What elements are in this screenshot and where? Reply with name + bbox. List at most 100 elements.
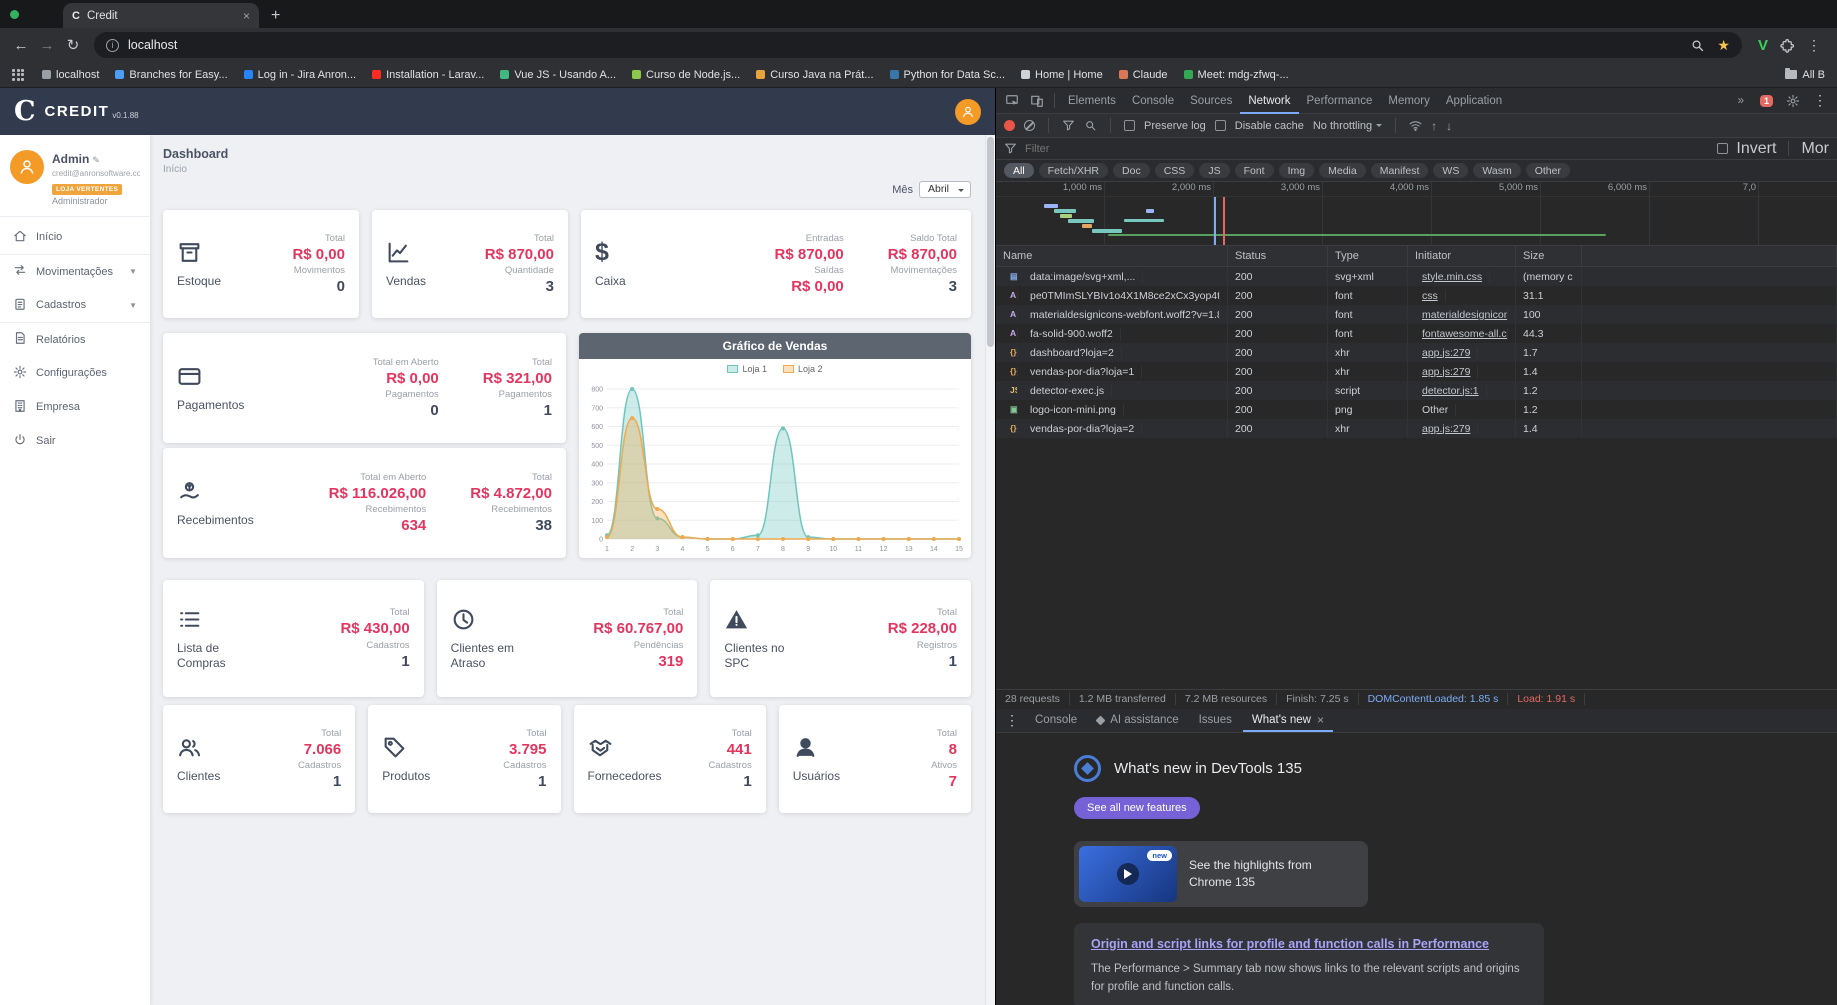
filter-chip-other[interactable]: Other (1525, 163, 1570, 178)
invert-checkbox[interactable] (1717, 143, 1729, 154)
month-select[interactable]: Abril (919, 181, 971, 198)
initiator-link[interactable]: style.min.css (1415, 270, 1491, 283)
devtools-tab-sources[interactable]: Sources (1182, 88, 1240, 114)
record-icon[interactable] (1004, 120, 1015, 131)
sidebar-item-movimentacoes[interactable]: Movimentações ▼ (0, 254, 150, 288)
col-status[interactable]: Status (1228, 246, 1328, 266)
filter-chip-img[interactable]: Img (1278, 163, 1315, 178)
filter-chip-css[interactable]: CSS (1154, 163, 1195, 178)
filter-chip-media[interactable]: Media (1319, 163, 1366, 178)
sidebar-item-relatorios[interactable]: Relatórios (0, 322, 150, 356)
import-har-icon[interactable]: ↑ (1431, 120, 1437, 132)
initiator-link[interactable]: detector.js:1 (1415, 384, 1487, 397)
highlights-card[interactable]: new See the highlights from Chrome 135 (1074, 840, 1368, 907)
drawer-tab-issues[interactable]: Issues (1190, 708, 1241, 732)
forward-icon[interactable]: → (34, 32, 60, 58)
filter-chip-fetchxhr[interactable]: Fetch/XHR (1038, 163, 1109, 178)
browser-menu-icon[interactable]: ⋮ (1807, 37, 1821, 54)
filter-chip-ws[interactable]: WS (1433, 163, 1469, 178)
see-all-features-button[interactable]: See all new features (1074, 796, 1200, 819)
devtools-tab-network[interactable]: Network (1240, 88, 1298, 114)
bookmark-item[interactable]: localhost (42, 69, 99, 81)
tab-close-icon[interactable]: × (243, 9, 250, 23)
apps-grid-icon[interactable] (12, 68, 24, 81)
bookmark-item[interactable]: Python for Data Sc... (889, 69, 1005, 81)
browser-tab[interactable]: C Credit × (63, 3, 259, 28)
clear-icon[interactable] (1024, 120, 1035, 131)
filter-chip-doc[interactable]: Doc (1113, 163, 1150, 178)
drawer-menu-icon[interactable]: ⋮ (1000, 712, 1024, 729)
device-toolbar-icon[interactable] (1025, 89, 1049, 113)
bookmark-item[interactable]: Curso de Node.js... (632, 69, 740, 81)
page-scrollbar[interactable] (985, 135, 995, 1005)
network-request-row[interactable]: {} dashboard?loja=2 200 xhr app.js:279 1.7 (996, 343, 1837, 362)
filter-input[interactable] (1025, 142, 1710, 155)
bookmark-item[interactable]: Home | Home (1021, 69, 1103, 81)
close-icon[interactable]: × (1317, 713, 1324, 727)
bookmark-item[interactable]: Log in - Jira Anron... (243, 69, 356, 81)
play-icon[interactable] (1117, 862, 1139, 885)
network-search-icon[interactable] (1084, 119, 1097, 132)
network-conditions-icon[interactable] (1409, 119, 1422, 132)
col-name[interactable]: Name (996, 246, 1228, 266)
devtools-tab-application[interactable]: Application (1438, 88, 1510, 114)
bookmark-star-icon[interactable]: ★ (1717, 37, 1730, 54)
reload-icon[interactable]: ↻ (60, 32, 86, 58)
user-avatar[interactable] (10, 150, 44, 184)
col-size[interactable]: Size (1516, 246, 1582, 266)
back-icon[interactable]: ← (8, 32, 34, 58)
network-request-row[interactable]: Afa-solid-900.woff2 200 font fontawesome-al… (996, 324, 1837, 343)
devtools-tab-performance[interactable]: Performance (1299, 88, 1381, 114)
bookmark-item[interactable]: Claude (1118, 69, 1168, 81)
network-request-row[interactable]: Ape0TMImSLYBIv1o4X1M8ce2xCx3yop4tQ... 200… (996, 286, 1837, 305)
preserve-log-checkbox[interactable] (1124, 120, 1135, 131)
bookmark-item[interactable]: Meet: mdg-zfwq-... (1183, 69, 1289, 81)
network-request-row[interactable]: {} vendas-por-dia?loja=2 200 xhr app.js:279 1… (996, 419, 1837, 438)
drawer-tab-ai-assistance[interactable]: AI assistance (1088, 708, 1187, 732)
sidebar-item-inicio[interactable]: Início (0, 220, 150, 254)
sidebar-item-empresa[interactable]: Empresa (0, 390, 150, 424)
search-icon[interactable] (1690, 38, 1705, 53)
disable-cache-checkbox[interactable] (1214, 120, 1226, 131)
network-request-row[interactable]: Amaterialdesignicons-webfont.woff2?v=1.8… (996, 305, 1837, 324)
col-initiator[interactable]: Initiator (1408, 246, 1516, 266)
initiator-link[interactable]: css (1415, 289, 1446, 302)
devtools-tab-elements[interactable]: Elements (1060, 88, 1124, 114)
initiator-link[interactable]: app.js:279 (1415, 346, 1479, 359)
sidebar-item-configuracoes[interactable]: Configurações (0, 356, 150, 390)
devtools-tab-memory[interactable]: Memory (1380, 88, 1438, 114)
filter-chip-font[interactable]: Font (1234, 163, 1274, 178)
devtools-menu-icon[interactable]: ⋮ (1813, 92, 1827, 109)
more-tabs-icon[interactable]: » (1730, 88, 1752, 114)
sidebar-item-sair[interactable]: Sair (0, 424, 150, 458)
section-title-link[interactable]: Origin and script links for profile and … (1091, 936, 1527, 953)
new-tab-button[interactable]: + (271, 8, 280, 24)
bookmark-item[interactable]: Installation - Larav... (372, 69, 484, 81)
site-info-icon[interactable]: i (106, 38, 119, 52)
col-type[interactable]: Type (1328, 246, 1408, 266)
error-count-badge[interactable]: 1 (1759, 94, 1773, 107)
devtools-settings-gear-icon[interactable] (1781, 89, 1805, 113)
filter-chip-js[interactable]: JS (1199, 163, 1230, 178)
filter-chip-wasm[interactable]: Wasm (1473, 163, 1521, 178)
network-request-row[interactable]: JS detector-exec.js 200script detector.js:1… (996, 381, 1837, 400)
initiator-link[interactable]: app.js:279 (1415, 365, 1479, 378)
initiator-link[interactable]: app.js:279 (1415, 422, 1479, 435)
filter-funnel-icon[interactable] (1062, 119, 1075, 132)
devtools-tab-console[interactable]: Console (1124, 88, 1182, 114)
more-filters-label[interactable]: Mor (1801, 140, 1829, 158)
edit-pencil-icon[interactable]: ✎ (92, 155, 100, 165)
network-overview-timeline[interactable]: 1,000 ms 2,000 ms 3,000 ms 4,000 ms 5,000 ms… (996, 182, 1837, 246)
extension-v-icon[interactable]: V (1758, 37, 1768, 54)
sidebar-item-cadastros[interactable]: Cadastros ▼ (0, 288, 150, 322)
network-request-row[interactable]: ▤ data:image/svg+xml,... 200 svg+xml style.m… (996, 267, 1837, 286)
scrollbar-thumb[interactable] (987, 137, 994, 347)
video-thumbnail[interactable]: new (1079, 845, 1177, 902)
filter-chip-manifest[interactable]: Manifest (1370, 163, 1429, 178)
bookmark-item[interactable]: Vue JS - Usando A... (500, 69, 616, 81)
bookmark-item[interactable]: Curso Java na Prát... (756, 69, 874, 81)
network-request-row[interactable]: ▣ logo-icon-mini.png 200 png Other 1.2 (996, 400, 1837, 419)
drawer-tab-whats-new[interactable]: What's new × (1243, 708, 1333, 732)
all-bookmarks-button[interactable]: All B (1785, 68, 1825, 81)
filter-chip-all[interactable]: All (1004, 163, 1034, 178)
